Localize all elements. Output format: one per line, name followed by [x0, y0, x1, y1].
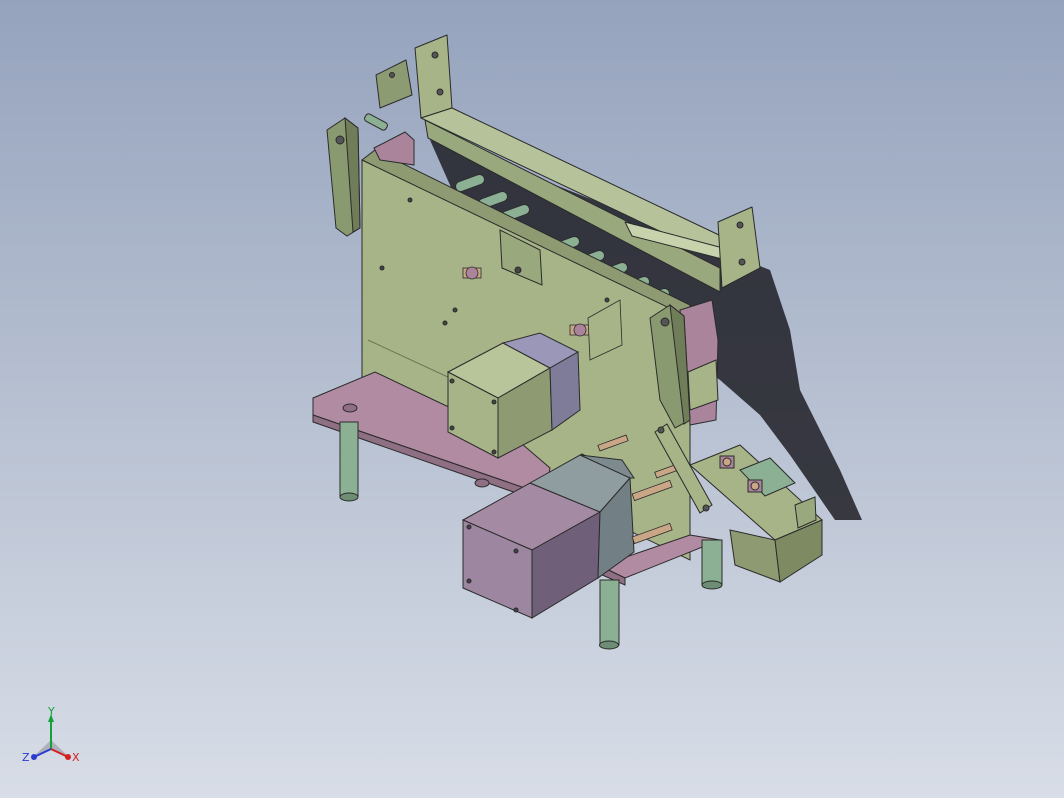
y-axis-label: Y: [47, 705, 55, 718]
x-axis-label: X: [72, 751, 80, 764]
x-axis-tip: [65, 754, 71, 760]
axis-triad: Y X Z: [22, 705, 80, 764]
z-axis-label: Z: [22, 751, 30, 764]
z-axis-tip: [31, 754, 37, 760]
cad-viewport[interactable]: Y X Z: [0, 0, 1064, 798]
